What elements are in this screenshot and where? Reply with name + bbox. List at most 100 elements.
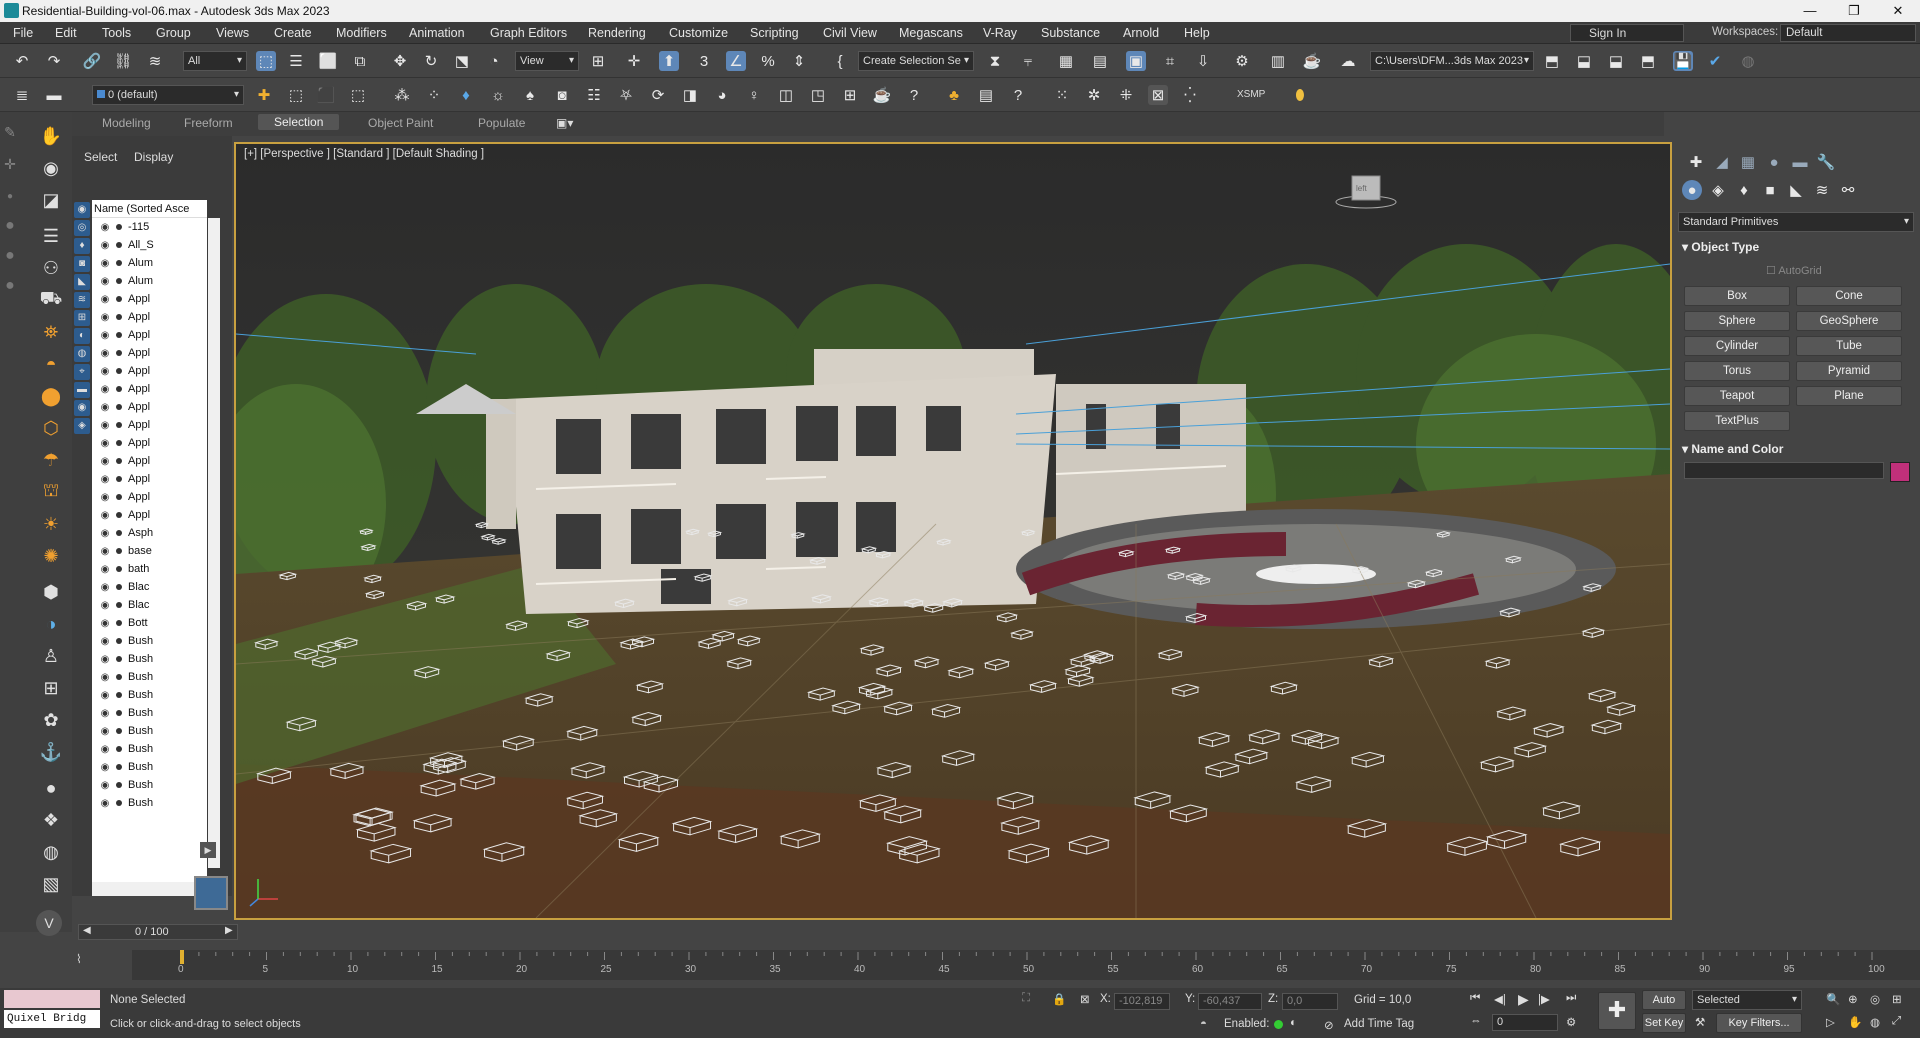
list-item[interactable]: ◉ Bott: [92, 614, 207, 632]
time-slider-right-arrow[interactable]: ▶: [225, 925, 233, 936]
play-icon[interactable]: ▶: [1518, 991, 1529, 1008]
maximize-viewport-icon[interactable]: ⤢: [1892, 1015, 1901, 1028]
unlink-icon[interactable]: ⛓: [113, 51, 133, 71]
key-mode-dropdown[interactable]: Selected: [1692, 990, 1802, 1010]
distribute-icon[interactable]: ⁜: [1116, 85, 1136, 105]
freeze-icon[interactable]: [116, 350, 122, 356]
curve-editor-icon[interactable]: ▣: [1126, 51, 1146, 71]
time-slider-left-arrow[interactable]: ◀: [83, 925, 91, 936]
explorer-scrollbar[interactable]: [208, 218, 220, 868]
freeze-icon[interactable]: [116, 656, 122, 662]
umbrella-icon[interactable]: ☂: [36, 446, 66, 474]
select-object-icon[interactable]: ⬚: [256, 51, 276, 71]
lights-icon[interactable]: ♦: [1734, 180, 1754, 200]
ribbon-options-icon[interactable]: ▣▾: [556, 116, 573, 130]
placement-icon[interactable]: ◔: [484, 51, 504, 71]
selection-filter-dropdown[interactable]: All: [183, 51, 247, 71]
filter-spacewarps-icon[interactable]: ≋: [74, 292, 90, 308]
project-path-dropdown[interactable]: C:\Users\DFM...3ds Max 2023: [1370, 51, 1534, 71]
list-item[interactable]: ◉ Appl: [92, 506, 207, 524]
maximize-button[interactable]: ❐: [1832, 0, 1876, 22]
teapot-button[interactable]: Teapot: [1684, 386, 1790, 406]
freeze-icon[interactable]: [116, 764, 122, 770]
open-folder-icon[interactable]: ⬒: [1542, 51, 1562, 71]
name-column-header[interactable]: Name (Sorted Asce: [92, 200, 207, 218]
viewport-label[interactable]: [+] [Perspective ] [Standard ] [Default …: [244, 148, 484, 160]
freeze-icon[interactable]: [116, 422, 122, 428]
auto-key-button[interactable]: Auto Key: [1642, 990, 1686, 1024]
pivot-center-icon[interactable]: ⊞: [588, 51, 608, 71]
freeze-icon[interactable]: [116, 746, 122, 752]
y-coordinate-field[interactable]: -60,437: [1198, 993, 1262, 1010]
visibility-eye-icon[interactable]: ◉: [98, 690, 112, 701]
array-icon[interactable]: ⁛: [1180, 85, 1200, 105]
menu-megascans[interactable]: Megascans: [899, 26, 963, 40]
xsmp-label[interactable]: XSMP: [1237, 89, 1265, 100]
link-icon[interactable]: 🔗: [82, 51, 102, 71]
dot-icon[interactable]: ●: [0, 182, 20, 210]
sun-tool-icon[interactable]: ☀: [36, 510, 66, 538]
next-frame-icon[interactable]: |▶: [1538, 992, 1550, 1006]
sculpt-icon[interactable]: ◍: [36, 838, 66, 866]
visibility-eye-icon[interactable]: ◉: [98, 276, 112, 287]
layer-toggle-icon[interactable]: ▬: [44, 85, 64, 105]
visibility-eye-icon[interactable]: ◉: [98, 780, 112, 791]
list-item[interactable]: ◉ Appl: [92, 362, 207, 380]
teapot-icon[interactable]: ☕: [872, 85, 892, 105]
list-item[interactable]: ◉ Appl: [92, 380, 207, 398]
panel-icon[interactable]: ▧: [36, 870, 66, 898]
menu-create[interactable]: Create: [274, 26, 312, 40]
filter-shapes-icon[interactable]: ◎: [74, 220, 90, 236]
add-time-tag-icon[interactable]: ⊘: [1324, 1018, 1334, 1032]
edit-named-selection-icon[interactable]: {: [830, 51, 850, 71]
list-tool-icon[interactable]: ☰: [36, 222, 66, 250]
list-item[interactable]: ◉ Appl: [92, 416, 207, 434]
box-button[interactable]: Box: [1684, 286, 1790, 306]
visibility-eye-icon[interactable]: ◉: [98, 474, 112, 485]
rotate-icon[interactable]: ↻: [421, 51, 441, 71]
visibility-eye-icon[interactable]: ◉: [98, 348, 112, 359]
grid-tool-icon[interactable]: ⊞: [36, 674, 66, 702]
select-manipulate-icon[interactable]: ✛: [624, 51, 644, 71]
freeze-icon[interactable]: [116, 512, 122, 518]
zoom-extents-all-icon[interactable]: ⊞: [1892, 992, 1902, 1006]
create-tab-icon[interactable]: ✚: [1686, 152, 1706, 172]
freeze-icon[interactable]: [116, 458, 122, 464]
drop-icon[interactable]: ⛧: [616, 85, 636, 105]
sphere-tool-icon[interactable]: ●: [36, 774, 66, 802]
filter-geometry-icon[interactable]: ◉: [74, 202, 90, 218]
zoom-icon[interactable]: 🔍: [1826, 992, 1840, 1006]
visibility-eye-icon[interactable]: ◉: [98, 582, 112, 593]
list-item[interactable]: ◉ Appl: [92, 488, 207, 506]
visibility-eye-icon[interactable]: ◉: [98, 744, 112, 755]
visibility-eye-icon[interactable]: ◉: [98, 240, 112, 251]
list-item[interactable]: ◉ Bush: [92, 740, 207, 758]
set-current-layer-icon[interactable]: ⬚: [348, 85, 368, 105]
tab-display[interactable]: Display: [134, 150, 173, 164]
list-item[interactable]: ◉ Appl: [92, 452, 207, 470]
absolute-mode-icon[interactable]: ⊠: [1080, 992, 1090, 1006]
list-item[interactable]: ◉ Bush: [92, 776, 207, 794]
filter-all-icon[interactable]: ◈: [74, 418, 90, 434]
filter-xrefs-icon[interactable]: ◐: [74, 328, 90, 344]
list-item[interactable]: ◉ -115: [92, 218, 207, 236]
menu-tools[interactable]: Tools: [102, 26, 131, 40]
bind-spacewarp-icon[interactable]: ≋: [145, 51, 165, 71]
select-by-name-icon[interactable]: ☰: [286, 51, 306, 71]
globe-icon[interactable]: ◑: [36, 610, 66, 638]
eraser-icon[interactable]: ⬮: [1290, 85, 1310, 105]
list-item[interactable]: ◉ Appl: [92, 398, 207, 416]
reference-coordinate-dropdown[interactable]: View: [515, 51, 579, 71]
geosphere-button[interactable]: GeoSphere: [1796, 311, 1902, 331]
visibility-eye-icon[interactable]: ◉: [98, 510, 112, 521]
freeze-icon[interactable]: [116, 548, 122, 554]
go-to-start-icon[interactable]: ⏮: [1470, 992, 1480, 1005]
key-tangent-icon[interactable]: ⚒: [1695, 1015, 1705, 1029]
light-bulb-icon[interactable]: ♦: [456, 85, 476, 105]
minimize-button[interactable]: —: [1788, 0, 1832, 22]
lock-icon[interactable]: 🔒: [1052, 992, 1066, 1006]
visibility-eye-icon[interactable]: ◉: [98, 294, 112, 305]
list-item[interactable]: ◉ Appl: [92, 344, 207, 362]
set-key-big-icon[interactable]: ✚: [1598, 992, 1636, 1030]
freeze-icon[interactable]: [116, 782, 122, 788]
